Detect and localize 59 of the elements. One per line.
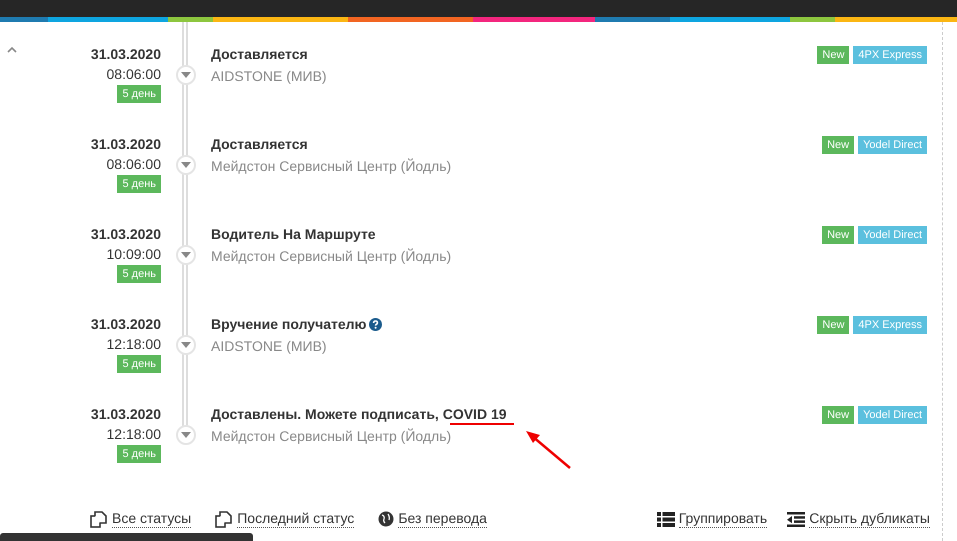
carrier-tag: Yodel Direct: [858, 226, 927, 244]
age-tag: 5 день: [117, 175, 161, 193]
event-date: 31.03.2020: [90, 225, 161, 244]
expand-toggle[interactable]: [176, 155, 196, 175]
status-tag: New: [822, 136, 854, 154]
event-location: AIDSTONE (МИВ): [211, 67, 327, 85]
caret-icon: [181, 342, 191, 348]
footer-link[interactable]: Без перевода: [398, 510, 487, 528]
collapse-caret-icon[interactable]: [7, 46, 17, 53]
carrier-tag: Yodel Direct: [858, 406, 927, 424]
footer-link[interactable]: Все статусы: [112, 510, 192, 528]
expand-toggle[interactable]: [176, 245, 196, 265]
status-tag: New: [822, 406, 854, 424]
arrow-drawing: [526, 431, 571, 469]
event-title: Водитель На Маршруте: [211, 226, 376, 242]
event-location: Мейдстон Сервисный Центр (Йодль): [211, 247, 452, 265]
event-date: 31.03.2020: [90, 45, 161, 64]
event-title: Вручение получателю: [211, 316, 366, 332]
event-date: 31.03.2020: [90, 315, 161, 334]
footer-link[interactable]: Скрыть дубликаты: [809, 510, 930, 528]
event-title: Доставлены. Можете подписать, COVID 19: [211, 406, 507, 422]
list-icon[interactable]: [656, 512, 675, 526]
event-title: Доставляется: [211, 46, 308, 62]
footer-link[interactable]: Группировать: [678, 510, 768, 528]
status-tag: New: [822, 226, 854, 244]
status-tag: New: [817, 46, 850, 64]
caret-icon: [181, 72, 191, 78]
event-location: Мейдстон Сервисный Центр (Йодль): [211, 427, 452, 445]
event-date: 31.03.2020: [90, 405, 161, 424]
carrier-tag: 4PX Express: [853, 316, 927, 334]
status-tag: New: [817, 316, 850, 334]
age-tag: 5 день: [117, 265, 161, 283]
event-time: 12:18:00: [106, 425, 161, 444]
caret-icon: [181, 252, 191, 258]
footer-link[interactable]: Последний статус: [237, 510, 354, 528]
copy-icon[interactable]: [90, 510, 108, 528]
help-icon[interactable]: [369, 318, 382, 331]
age-tag: 5 день: [117, 85, 161, 103]
event-location: Мейдстон Сервисный Центр (Йодль): [211, 157, 452, 175]
event-title: Доставляется: [211, 136, 308, 152]
event-time: 08:06:00: [106, 155, 161, 174]
outdent-icon[interactable]: [787, 512, 806, 526]
event-time: 08:06:00: [106, 65, 161, 84]
underline-mark: [450, 423, 514, 425]
caret-icon: [181, 162, 191, 168]
age-tag: 5 день: [117, 355, 161, 373]
expand-toggle[interactable]: [176, 335, 196, 355]
expand-toggle[interactable]: [176, 425, 196, 445]
copy-icon[interactable]: [215, 510, 234, 528]
carrier-tag: Yodel Direct: [858, 136, 927, 154]
globe-icon[interactable]: [378, 511, 394, 527]
expand-toggle[interactable]: [176, 65, 196, 85]
event-date: 31.03.2020: [90, 135, 161, 154]
event-time: 10:09:00: [106, 245, 161, 264]
caret-icon: [181, 432, 191, 438]
event-time: 12:18:00: [106, 335, 161, 354]
event-location: AIDSTONE (МИВ): [211, 337, 327, 355]
carrier-tag: 4PX Express: [853, 46, 927, 64]
age-tag: 5 день: [117, 445, 161, 463]
